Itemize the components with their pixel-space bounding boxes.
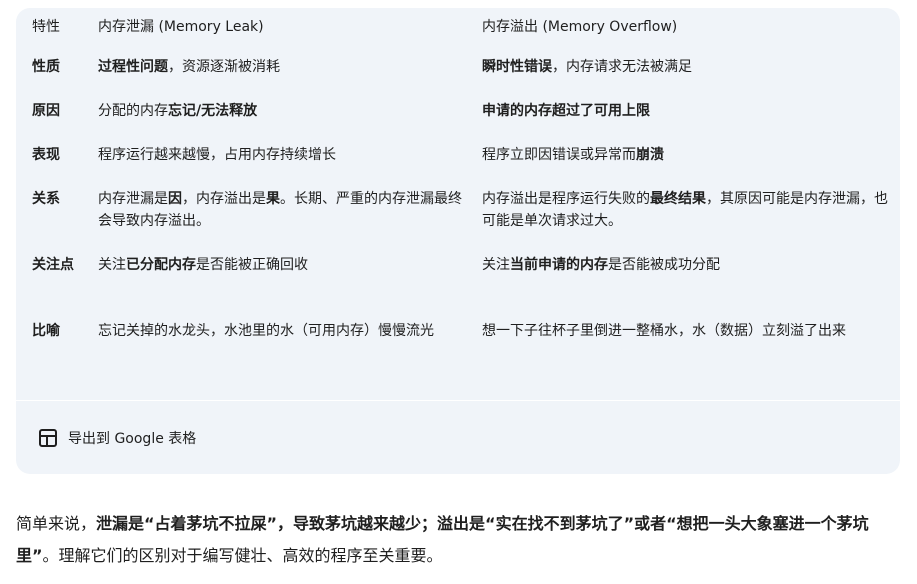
- row-label: 表现: [32, 134, 98, 178]
- cell-memory-leak: 程序运行越来越慢，占用内存持续增长: [98, 134, 482, 178]
- cell-memory-overflow: 想一下子往杯子里倒进一整桶水，水（数据）立刻溢了出来: [482, 310, 900, 376]
- cell-memory-overflow: 关注当前申请的内存是否能被成功分配: [482, 244, 900, 310]
- header-feature: 特性: [32, 19, 60, 35]
- cell-text: 内存溢出是程序运行失败的: [482, 191, 650, 207]
- cell-text: 程序立即因错误或异常而: [482, 147, 636, 163]
- bold-text: 瞬时性错误: [482, 59, 552, 75]
- cell-text: 程序运行越来越慢，占用内存持续增长: [98, 147, 336, 163]
- bold-text: 已分配内存: [126, 257, 196, 273]
- row-label: 原因: [32, 90, 98, 134]
- bold-text: 过程性问题: [98, 59, 168, 75]
- cell-memory-overflow: 申请的内存超过了可用上限: [482, 90, 900, 134]
- bold-text: 果: [266, 191, 280, 207]
- row-label-text: 关系: [32, 191, 60, 207]
- bold-text: 最终结果: [650, 191, 706, 207]
- cell-memory-overflow: 内存溢出是程序运行失败的最终结果，其原因可能是内存泄漏，也可能是单次请求过大。: [482, 178, 900, 244]
- export-bar: 导出到 Google 表格: [16, 400, 900, 475]
- table-header-row: 特性 内存泄漏 (Memory Leak) 内存溢出 (Memory Overf…: [32, 8, 900, 46]
- row-label: 关注点: [32, 244, 98, 310]
- comparison-table: 特性 内存泄漏 (Memory Leak) 内存溢出 (Memory Overf…: [32, 8, 900, 376]
- bold-text: 崩溃: [636, 147, 664, 163]
- cell-text: 分配的内存: [98, 103, 168, 119]
- cell-text: ，内存溢出是: [182, 191, 266, 207]
- cell-text: ，内存请求无法被满足: [552, 59, 692, 75]
- row-label-text: 原因: [32, 103, 60, 119]
- cell-memory-leak: 过程性问题，资源逐渐被消耗: [98, 46, 482, 90]
- table-row: 关注点 关注已分配内存是否能被正确回收 关注当前申请的内存是否能被成功分配: [32, 244, 900, 310]
- row-label-text: 性质: [32, 59, 60, 75]
- cell-text: 忘记关掉的水龙头，水池里的水（可用内存）慢慢流光: [98, 323, 434, 339]
- bold-text: 申请的内存超过了可用上限: [482, 103, 650, 119]
- bold-text: 忘记/无法释放: [168, 103, 258, 119]
- row-label-text: 比喻: [32, 323, 60, 339]
- table-row: 比喻 忘记关掉的水龙头，水池里的水（可用内存）慢慢流光 想一下子往杯子里倒进一整桶水…: [32, 310, 900, 376]
- header-memory-overflow: 内存溢出 (Memory Overflow): [482, 19, 678, 35]
- cell-text: 想一下子往杯子里倒进一整桶水，水（数据）立刻溢了出来: [482, 323, 846, 339]
- cell-text: 是否能被正确回收: [196, 257, 308, 273]
- comparison-table-card: 特性 内存泄漏 (Memory Leak) 内存溢出 (Memory Overf…: [16, 8, 900, 474]
- cell-text: 关注: [482, 257, 510, 273]
- summary-text: 简单来说，: [16, 514, 97, 533]
- cell-memory-leak: 内存泄漏是因，内存溢出是果。长期、严重的内存泄漏最终会导致内存溢出。: [98, 178, 482, 244]
- cell-memory-leak: 关注已分配内存是否能被正确回收: [98, 244, 482, 310]
- cell-text: 关注: [98, 257, 126, 273]
- row-label-text: 表现: [32, 147, 60, 163]
- export-to-sheets-button[interactable]: 导出到 Google 表格: [38, 428, 196, 448]
- cell-text: 内存泄漏是: [98, 191, 168, 207]
- cell-memory-leak: 分配的内存忘记/无法释放: [98, 90, 482, 134]
- cell-memory-overflow: 程序立即因错误或异常而崩溃: [482, 134, 900, 178]
- row-label-text: 关注点: [32, 257, 74, 273]
- summary-paragraph: 简单来说，泄漏是“占着茅坑不拉屎”，导致茅坑越来越少；溢出是“实在找不到茅坑了”…: [16, 508, 906, 572]
- bold-text: 因: [168, 191, 182, 207]
- table-row: 表现 程序运行越来越慢，占用内存持续增长 程序立即因错误或异常而崩溃: [32, 134, 900, 178]
- summary-text: 。理解它们的区别对于编写健壮、高效的程序至关重要。: [42, 546, 443, 565]
- row-label: 比喻: [32, 310, 98, 376]
- table-row: 性质 过程性问题，资源逐渐被消耗 瞬时性错误，内存请求无法被满足: [32, 46, 900, 90]
- table-row: 关系 内存泄漏是因，内存溢出是果。长期、严重的内存泄漏最终会导致内存溢出。 内存溢出…: [32, 178, 900, 244]
- row-label: 性质: [32, 46, 98, 90]
- bold-text: 当前申请的内存: [510, 257, 608, 273]
- cell-memory-leak: 忘记关掉的水龙头，水池里的水（可用内存）慢慢流光: [98, 310, 482, 376]
- table-grid-icon: [38, 428, 58, 448]
- table-row: 原因 分配的内存忘记/无法释放 申请的内存超过了可用上限: [32, 90, 900, 134]
- row-label: 关系: [32, 178, 98, 244]
- cell-memory-overflow: 瞬时性错误，内存请求无法被满足: [482, 46, 900, 90]
- header-memory-leak: 内存泄漏 (Memory Leak): [98, 19, 264, 35]
- cell-text: 是否能被成功分配: [608, 257, 720, 273]
- export-label: 导出到 Google 表格: [68, 431, 197, 447]
- cell-text: ，资源逐渐被消耗: [168, 59, 280, 75]
